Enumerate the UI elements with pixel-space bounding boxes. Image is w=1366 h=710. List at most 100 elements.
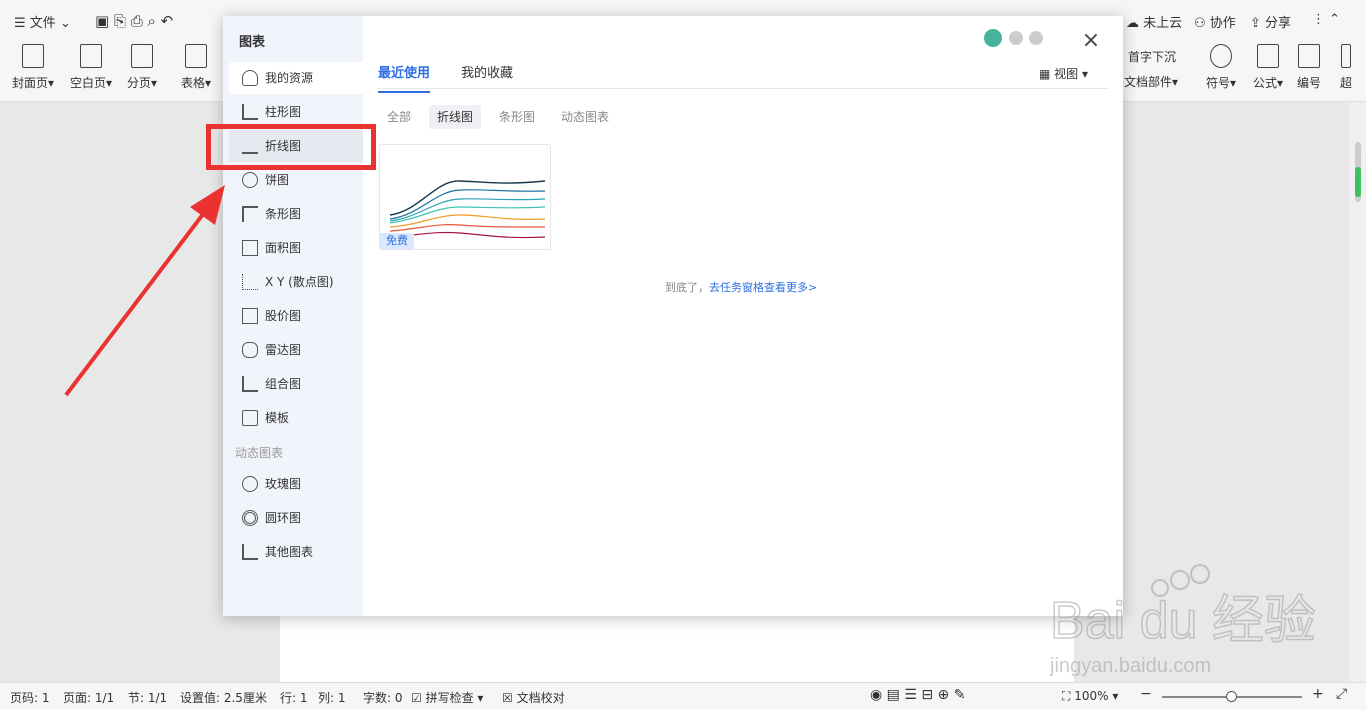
doc-proofread[interactable]: ☒ 文档校对 [502,689,565,706]
nav-my-resources[interactable]: 我的资源 [229,62,363,94]
formula-label: 公式 [1253,76,1278,90]
fullscreen-icon[interactable]: ⤢ [1336,686,1347,702]
end-of-list: 到底了，去任务窗格查看更多> [665,279,817,295]
symbol-label: 符号 [1206,76,1231,90]
more-icon[interactable]: ⋮ ⌃ [1312,12,1340,27]
symbol-button[interactable]: 符号▾ [1206,44,1236,91]
scroll-indicator [1355,167,1361,197]
free-badge: 免费 [380,233,414,249]
filter-dynamic[interactable]: 动态图表 [553,105,617,129]
nav-label: 股价图 [265,309,302,323]
donut-chart-icon [242,510,258,526]
nav-donut-chart[interactable]: 圆环图 [229,502,363,534]
tab-recent[interactable]: 最近使用 [378,62,431,93]
stock-chart-icon [242,308,258,324]
filter-line[interactable]: 折线图 [429,105,482,129]
column-chart-icon [242,104,258,120]
sqrt-icon [1257,44,1280,68]
dynamic-chart-header: 动态图表 [235,446,284,460]
more-link[interactable]: 去任务窗格查看更多> [709,281,817,294]
other-chart-icon [242,544,258,560]
highlight-box [206,124,376,170]
nav-label: X Y (散点图) [265,275,334,289]
file-menu[interactable]: ☰ 文件 ⌄ [14,12,71,31]
view-mode-icons[interactable]: ◉ ▤ ☰ ⊟ ⊕ ✎ [870,687,965,703]
filter-all[interactable]: 全部 [379,105,419,129]
chart-sidebar: 图表 我的资源 柱形图 折线图 饼图 条形图 面积图 X Y (散点图) 股价图… [223,16,363,616]
view-label: 视图 [1054,67,1079,81]
numbering-button[interactable]: 编号 [1297,44,1321,91]
share-button[interactable]: ⇪ 分享 [1250,12,1291,31]
bar-chart-icon [242,206,258,222]
quick-access-icons[interactable]: ▣ ⎘ ⎙ ⌕ ↶ [95,12,173,30]
table-icon [185,44,208,68]
zoom-out-icon[interactable]: − [1140,686,1152,702]
member-icon [984,29,1002,47]
nav-template[interactable]: 模板 [229,402,363,434]
formula-button[interactable]: 公式▾ [1253,44,1283,91]
cover-page-button[interactable]: 封面页▾ [12,44,54,91]
cloud-status[interactable]: ☁ 未上云 [1126,12,1182,31]
position-setting[interactable]: 设置值: 2.5厘米 [180,689,267,706]
collab-button[interactable]: ⚇ 协作 [1194,12,1236,31]
nav-stock-chart[interactable]: 股价图 [229,300,363,332]
status-bar: 页码: 1 页面: 1/1 节: 1/1 设置值: 2.5厘米 行: 1 列: … [0,682,1366,710]
template-icon [242,410,258,426]
area-chart-icon [242,240,258,256]
nav-label: 我的资源 [265,71,314,85]
page-break-button[interactable]: 分页▾ [127,44,157,91]
nav-other-chart[interactable]: 其他图表 [229,536,363,568]
close-button[interactable]: × [1078,28,1104,54]
svg-text:Bai du 经验: Bai du 经验 [1050,592,1316,650]
hyperlink-label: 超 [1340,76,1353,90]
hyperlink-button[interactable]: 超 [1340,44,1352,91]
doc-parts-button[interactable]: 文档部件▾ [1124,73,1178,90]
member-badges [984,29,1043,47]
nav-label: 柱形图 [265,105,302,119]
tab-favorites[interactable]: 我的收藏 [461,62,513,81]
nav-label: 其他图表 [265,545,314,559]
cloud-label: 未上云 [1143,16,1183,31]
page-number[interactable]: 页码: 1 [10,689,50,706]
blank-page-icon [80,44,103,68]
user-icon [242,70,258,86]
spell-check[interactable]: ☑ 拼写检查 ▾ [411,689,483,706]
word-count[interactable]: 字数: 0 [363,689,403,706]
blank-page-button[interactable]: 空白页▾ [70,44,112,91]
drop-cap-button[interactable]: 首字下沉 [1128,48,1176,65]
nav-radar-chart[interactable]: 雷达图 [229,334,363,366]
nav-label: 雷达图 [265,343,302,357]
annotation-arrow [64,185,225,397]
combo-chart-icon [242,376,258,392]
nav-label: 饼图 [265,173,290,187]
nav-combo-chart[interactable]: 组合图 [229,368,363,400]
row-indicator: 行: 1 [280,691,308,705]
numbering-label: 编号 [1297,76,1322,90]
zoom-slider-thumb[interactable] [1226,691,1237,702]
numbering-icon [1298,44,1320,68]
svg-text:jingyan.baidu.com: jingyan.baidu.com [1049,655,1211,677]
tab-divider [377,88,1109,89]
filter-bar[interactable]: 条形图 [491,105,543,129]
link-icon [1341,44,1351,68]
nav-bar-chart[interactable]: 条形图 [229,198,363,230]
omega-icon [1210,44,1233,68]
scroll-thumb[interactable] [1355,142,1361,202]
cover-page-label: 封面页 [12,76,49,90]
coin-icon [1029,31,1043,45]
nav-scatter-chart[interactable]: X Y (散点图) [229,266,363,298]
section-count[interactable]: 节: 1/1 [128,689,167,706]
radar-chart-icon [242,342,258,358]
view-dropdown[interactable]: ▦ 视图 ▾ [1039,65,1088,82]
nav-label: 圆环图 [265,511,302,525]
zoom-value: 100% [1074,689,1109,703]
nav-label: 组合图 [265,377,302,391]
table-button[interactable]: 表格▾ [181,44,211,91]
zoom-in-icon[interactable]: + [1312,686,1324,702]
zoom-level[interactable]: ⛶ 100% ▾ [1062,689,1118,704]
vip-icon [1009,31,1023,45]
chart-template-card[interactable]: 免费 [379,144,551,250]
nav-rose-chart[interactable]: 玫瑰图 [229,468,363,500]
page-count[interactable]: 页面: 1/1 [63,689,114,706]
nav-area-chart[interactable]: 面积图 [229,232,363,264]
